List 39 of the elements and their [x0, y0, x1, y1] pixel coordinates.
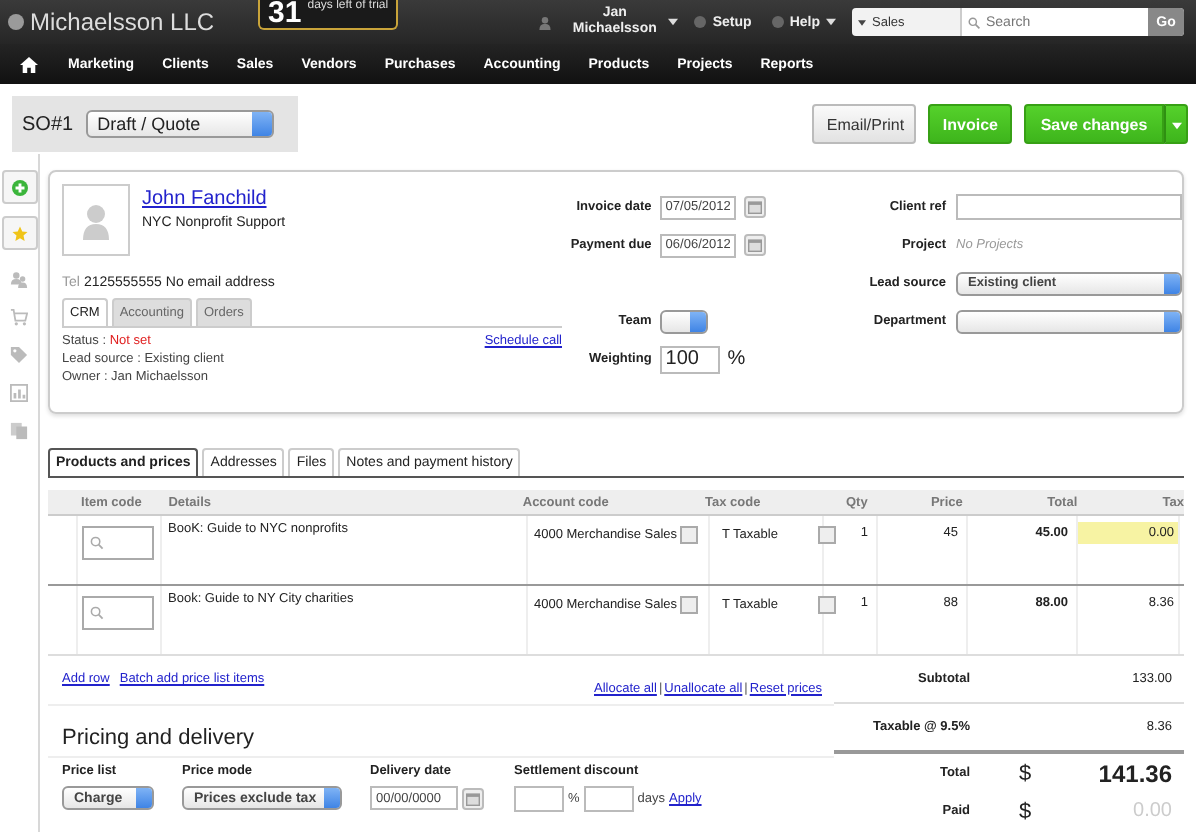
avatar-icon [62, 184, 130, 256]
discount-days-field[interactable] [583, 786, 634, 812]
discount-percent-field[interactable] [514, 786, 564, 812]
user-icon [538, 15, 553, 29]
item-code-field[interactable] [82, 596, 154, 630]
section-heading: Pricing and delivery [48, 706, 834, 758]
tag-icon[interactable] [10, 346, 28, 364]
caret-icon [858, 19, 866, 25]
calendar-icon[interactable] [462, 787, 484, 809]
item-code-field[interactable] [82, 526, 154, 560]
weighting-field[interactable]: 100 [659, 345, 720, 373]
caret-icon [668, 18, 679, 26]
caret-icon [826, 18, 836, 26]
dropdown-select[interactable] [956, 309, 1182, 333]
save-options-button[interactable] [1164, 104, 1188, 144]
calendar-icon[interactable] [743, 196, 766, 218]
search-icon [90, 606, 104, 620]
status-select[interactable]: Draft / Quote [85, 110, 274, 138]
calendar-icon[interactable] [743, 234, 766, 256]
cart-icon[interactable] [10, 308, 28, 326]
client-ref-field[interactable] [956, 194, 1182, 220]
total-value: 141.36 [1096, 759, 1172, 787]
caret-icon [1171, 121, 1181, 129]
add-icon[interactable] [2, 170, 38, 204]
currency-symbol: $ [1018, 799, 1032, 823]
search-icon [968, 15, 980, 29]
chart-icon[interactable] [10, 384, 28, 402]
email-print-button[interactable]: Email/Print [812, 104, 917, 144]
team-select[interactable] [659, 309, 708, 333]
company-name: Michaelsson LLC [30, 8, 215, 36]
search-icon [90, 536, 104, 550]
copy-icon[interactable] [10, 422, 28, 440]
percent-sign: % [727, 348, 746, 370]
currency-symbol: $ [1018, 761, 1032, 785]
people-icon[interactable] [10, 270, 28, 288]
document-number: SO#1 [22, 113, 74, 135]
home-icon[interactable] [20, 55, 38, 73]
logo-icon [8, 14, 24, 30]
contact-name-link[interactable]: John Fanchild [142, 188, 286, 210]
